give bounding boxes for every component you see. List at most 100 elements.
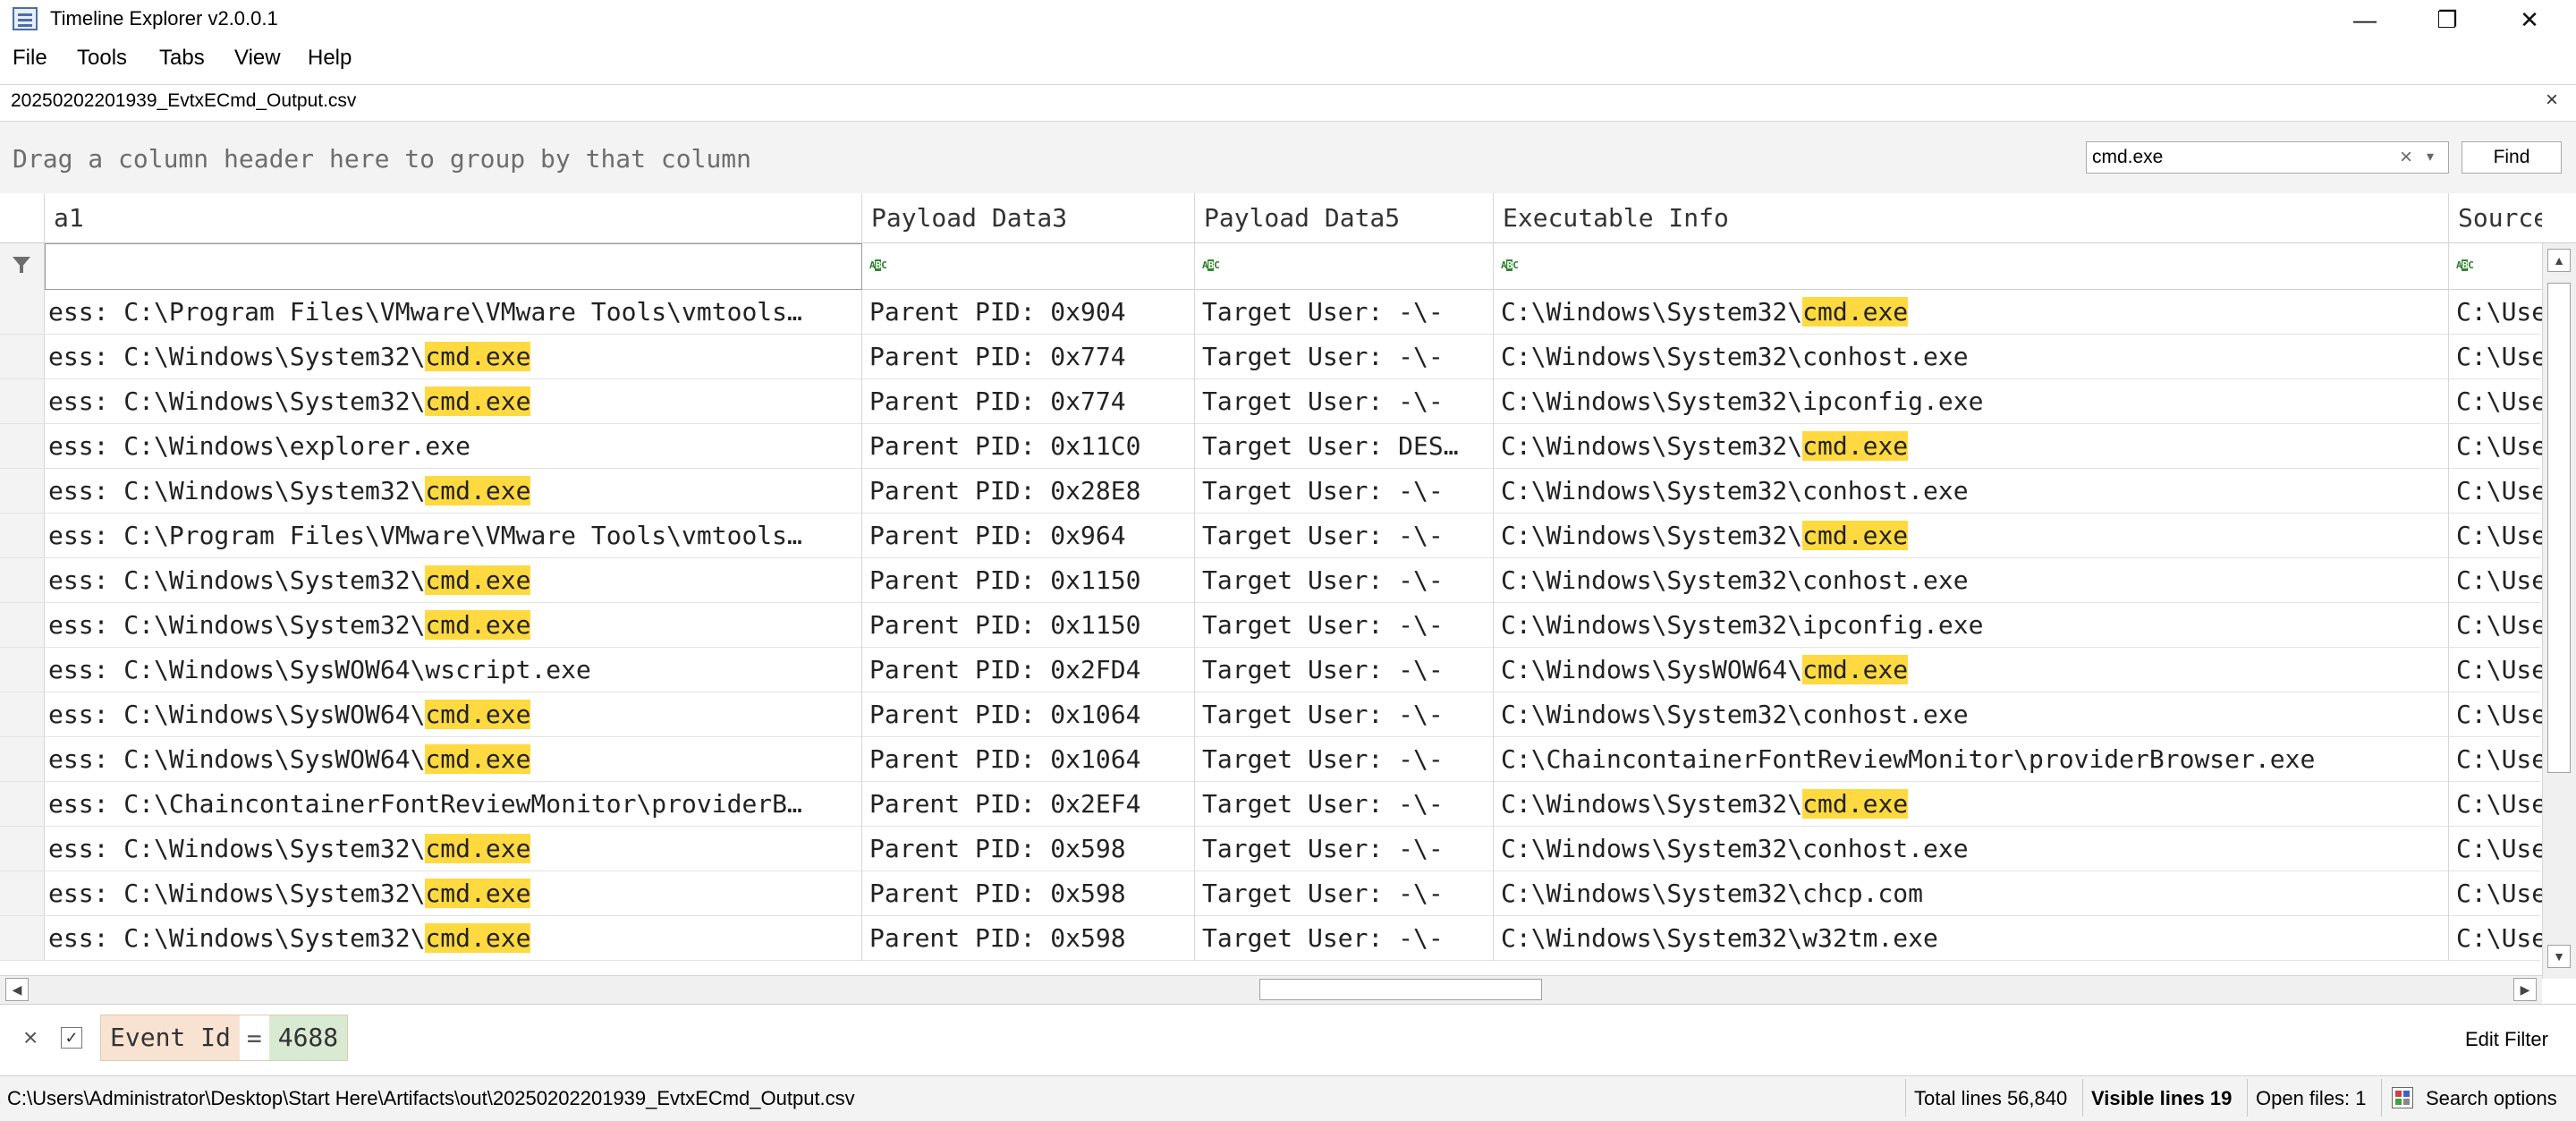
tab-close-icon[interactable]: × — [2546, 87, 2558, 114]
column-header-executable-info[interactable]: Executable Info — [1494, 193, 2449, 243]
cell-source[interactable]: C:\Use — [2449, 558, 2542, 603]
cell-payload-data1[interactable]: ess: C:\Windows\SysWOW64\cmd.exe — [45, 692, 862, 737]
cell-executable-info[interactable]: C:\Windows\System32\chcp.com — [1494, 871, 2449, 916]
cell-payload-data1[interactable]: ess: C:\Windows\explorer.exe — [45, 424, 862, 469]
vertical-scroll-thumb[interactable] — [2547, 283, 2571, 773]
cell-payload-data3[interactable]: Parent PID: 0x1064 — [862, 737, 1195, 782]
cell-source[interactable]: C:\Use — [2449, 782, 2542, 827]
cell-payload-data5[interactable]: Target User: -\- — [1195, 290, 1494, 335]
cell-payload-data1[interactable]: ess: C:\Program Files\VMware\VMware Tool… — [45, 290, 862, 335]
cell-payload-data3[interactable]: Parent PID: 0x598 — [862, 871, 1195, 916]
filter-field[interactable]: Event Id — [101, 1015, 240, 1060]
cell-payload-data1[interactable]: ess: C:\Windows\SysWOW64\cmd.exe — [45, 737, 862, 782]
menu-help[interactable]: Help — [308, 43, 352, 73]
filter-value[interactable]: 4688 — [268, 1015, 348, 1060]
cell-executable-info[interactable]: C:\Windows\System32\w32tm.exe — [1494, 916, 2449, 961]
cell-payload-data5[interactable]: Target User: -\- — [1195, 692, 1494, 737]
text-filter-icon[interactable]: ABC — [2456, 259, 2474, 271]
cell-source[interactable]: C:\Use — [2449, 916, 2542, 961]
cell-payload-data5[interactable]: Target User: -\- — [1195, 379, 1494, 424]
chevron-down-icon[interactable]: ▾ — [2427, 143, 2434, 172]
scroll-down-button[interactable]: ▼ — [2547, 945, 2571, 968]
filter-expression[interactable]: Event Id = 4688 — [100, 1015, 349, 1061]
cell-source[interactable]: C:\Use — [2449, 335, 2542, 379]
text-filter-icon[interactable]: ABC — [869, 259, 887, 271]
cell-executable-info[interactable]: C:\Windows\System32\conhost.exe — [1494, 692, 2449, 737]
cell-payload-data1[interactable]: ess: C:\ChaincontainerFontReviewMonitor\… — [45, 782, 862, 827]
cell-source[interactable]: C:\Use — [2449, 871, 2542, 916]
cell-payload-data1[interactable]: ess: C:\Windows\System32\cmd.exe — [45, 469, 862, 514]
scroll-left-button[interactable]: ◀ — [5, 978, 29, 1001]
cell-executable-info[interactable]: C:\ChaincontainerFontReviewMonitor\provi… — [1494, 737, 2449, 782]
cell-payload-data1[interactable]: ess: C:\Windows\System32\cmd.exe — [45, 827, 862, 871]
filter-enabled-checkbox[interactable]: ✓ — [61, 1027, 82, 1049]
cell-payload-data1[interactable]: ess: C:\Windows\System32\cmd.exe — [45, 603, 862, 648]
cell-executable-info[interactable]: C:\Windows\System32\cmd.exe — [1494, 424, 2449, 469]
cell-payload-data3[interactable]: Parent PID: 0x1064 — [862, 692, 1195, 737]
cell-payload-data5[interactable]: Target User: -\- — [1195, 335, 1494, 379]
filter-cell-payload-data1[interactable] — [45, 243, 862, 290]
minimize-button[interactable]: — — [2324, 0, 2406, 39]
tab-file[interactable]: 20250202201939_EvtxECmd_Output.csv — [11, 88, 356, 115]
cell-payload-data3[interactable]: Parent PID: 0x1150 — [862, 603, 1195, 648]
cell-payload-data5[interactable]: Target User: -\- — [1195, 871, 1494, 916]
cell-payload-data3[interactable]: Parent PID: 0x904 — [862, 290, 1195, 335]
cell-payload-data5[interactable]: Target User: -\- — [1195, 514, 1494, 558]
cell-payload-data5[interactable]: Target User: -\- — [1195, 469, 1494, 514]
cell-payload-data5[interactable]: Target User: -\- — [1195, 782, 1494, 827]
cell-payload-data3[interactable]: Parent PID: 0x2EF4 — [862, 782, 1195, 827]
cell-executable-info[interactable]: C:\Windows\System32\ipconfig.exe — [1494, 603, 2449, 648]
restore-button[interactable]: ❐ — [2406, 0, 2488, 39]
cell-payload-data5[interactable]: Target User: -\- — [1195, 916, 1494, 961]
cell-executable-info[interactable]: C:\Windows\System32\cmd.exe — [1494, 782, 2449, 827]
cell-payload-data5[interactable]: Target User: -\- — [1195, 827, 1494, 871]
text-filter-icon[interactable]: ABC — [1202, 259, 1220, 271]
cell-payload-data5[interactable]: Target User: -\- — [1195, 603, 1494, 648]
close-window-button[interactable]: ✕ — [2488, 0, 2571, 39]
menu-view[interactable]: View — [234, 43, 281, 73]
cell-source[interactable]: C:\Use — [2449, 603, 2542, 648]
cell-executable-info[interactable]: C:\Windows\System32\cmd.exe — [1494, 514, 2449, 558]
cell-payload-data3[interactable]: Parent PID: 0x598 — [862, 827, 1195, 871]
cell-payload-data1[interactable]: ess: C:\Windows\System32\cmd.exe — [45, 558, 862, 603]
filter-cell-payload-data3[interactable] — [862, 243, 1195, 290]
menu-tools[interactable]: Tools — [77, 43, 127, 73]
column-header-payload-data3[interactable]: Payload Data3 — [862, 193, 1195, 243]
filter-cell-executable-info[interactable] — [1494, 243, 2449, 290]
cell-payload-data1[interactable]: ess: C:\Windows\System32\cmd.exe — [45, 916, 862, 961]
edit-filter-button[interactable]: Edit Filter — [2465, 1025, 2548, 1054]
cell-payload-data3[interactable]: Parent PID: 0x2FD4 — [862, 648, 1195, 692]
cell-source[interactable]: C:\Use — [2449, 648, 2542, 692]
filter-operator[interactable]: = — [240, 1023, 269, 1053]
clear-filter-icon[interactable]: × — [23, 1022, 38, 1054]
cell-payload-data3[interactable]: Parent PID: 0x774 — [862, 379, 1195, 424]
cell-payload-data3[interactable]: Parent PID: 0x1150 — [862, 558, 1195, 603]
cell-executable-info[interactable]: C:\Windows\System32\ipconfig.exe — [1494, 379, 2449, 424]
cell-source[interactable]: C:\Use — [2449, 469, 2542, 514]
cell-source[interactable]: C:\Use — [2449, 424, 2542, 469]
cell-payload-data1[interactable]: ess: C:\Windows\System32\cmd.exe — [45, 335, 862, 379]
cell-source[interactable]: C:\Use — [2449, 737, 2542, 782]
column-header-payload-data1[interactable]: a1 — [45, 193, 862, 243]
menu-file[interactable]: File — [13, 43, 47, 73]
column-header-payload-data5[interactable]: Payload Data5 — [1195, 193, 1494, 243]
text-filter-icon[interactable]: ABC — [1501, 259, 1519, 271]
cell-payload-data5[interactable]: Target User: -\- — [1195, 558, 1494, 603]
cell-payload-data3[interactable]: Parent PID: 0x964 — [862, 514, 1195, 558]
cell-payload-data1[interactable]: ess: C:\Program Files\VMware\VMware Tool… — [45, 514, 862, 558]
cell-source[interactable]: C:\Use — [2449, 692, 2542, 737]
cell-payload-data3[interactable]: Parent PID: 0x28E8 — [862, 469, 1195, 514]
cell-source[interactable]: C:\Use — [2449, 290, 2542, 335]
cell-payload-data1[interactable]: ess: C:\Windows\SysWOW64\wscript.exe — [45, 648, 862, 692]
menu-tabs[interactable]: Tabs — [159, 43, 205, 73]
cell-executable-info[interactable]: C:\Windows\System32\conhost.exe — [1494, 827, 2449, 871]
cell-source[interactable]: C:\Use — [2449, 514, 2542, 558]
cell-source[interactable]: C:\Use — [2449, 827, 2542, 871]
cell-payload-data5[interactable]: Target User: DES… — [1195, 424, 1494, 469]
search-options-icon[interactable] — [2392, 1087, 2413, 1108]
cell-executable-info[interactable]: C:\Windows\System32\cmd.exe — [1494, 290, 2449, 335]
cell-payload-data5[interactable]: Target User: -\- — [1195, 648, 1494, 692]
column-header-source[interactable]: Source — [2449, 193, 2542, 243]
cell-payload-data3[interactable]: Parent PID: 0x774 — [862, 335, 1195, 379]
scroll-up-button[interactable]: ▲ — [2547, 249, 2571, 272]
